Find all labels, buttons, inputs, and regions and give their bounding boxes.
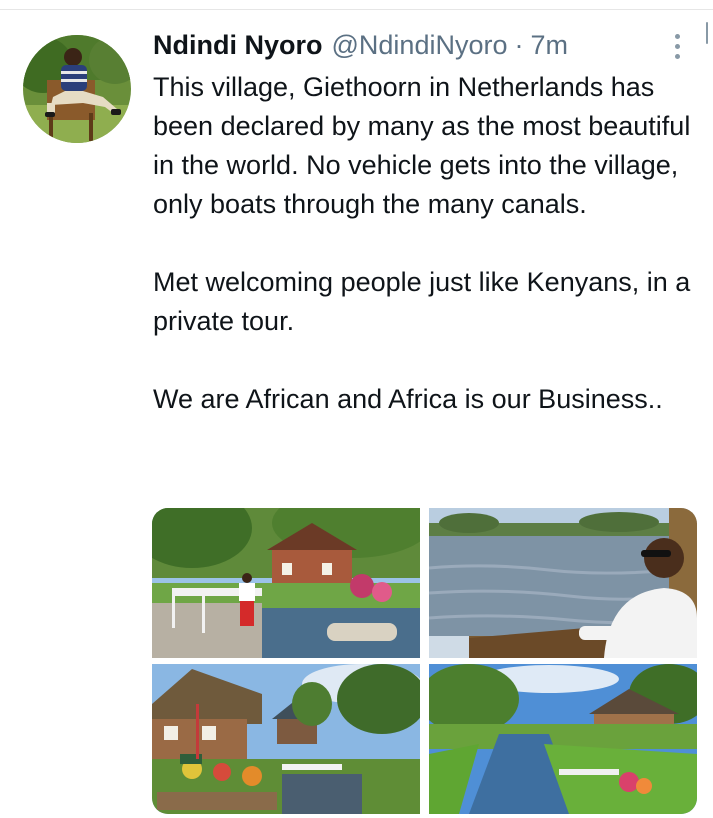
- author-name[interactable]: Ndindi Nyoro: [153, 30, 323, 61]
- top-divider: [0, 9, 713, 10]
- author-handle[interactable]: @NdindiNyoro: [332, 30, 508, 61]
- media-grid: [152, 508, 697, 814]
- tweet-paragraph: Met welcoming people just like Kenyans, …: [153, 267, 691, 336]
- photo-canal-cottages[interactable]: [429, 664, 697, 814]
- avatar-image: [23, 35, 131, 143]
- tweet-time[interactable]: 7m: [530, 30, 568, 61]
- more-vertical-icon[interactable]: [666, 32, 690, 62]
- tweet-paragraph: This village, Giethoorn in Netherlands h…: [153, 72, 691, 219]
- scroll-edge-indicator: [706, 22, 708, 44]
- photo-cottages-bridge[interactable]: [152, 664, 420, 814]
- photo-canal-bridge[interactable]: [152, 508, 420, 658]
- tweet-paragraph: We are African and Africa is our Busines…: [153, 384, 663, 414]
- avatar[interactable]: [23, 35, 131, 143]
- tweet-header: Ndindi Nyoro @NdindiNyoro · 7m: [153, 30, 568, 66]
- tweet-text: This village, Giethoorn in Netherlands h…: [153, 68, 703, 419]
- separator-dot: ·: [514, 30, 524, 60]
- photo-boat-lake[interactable]: [429, 508, 697, 658]
